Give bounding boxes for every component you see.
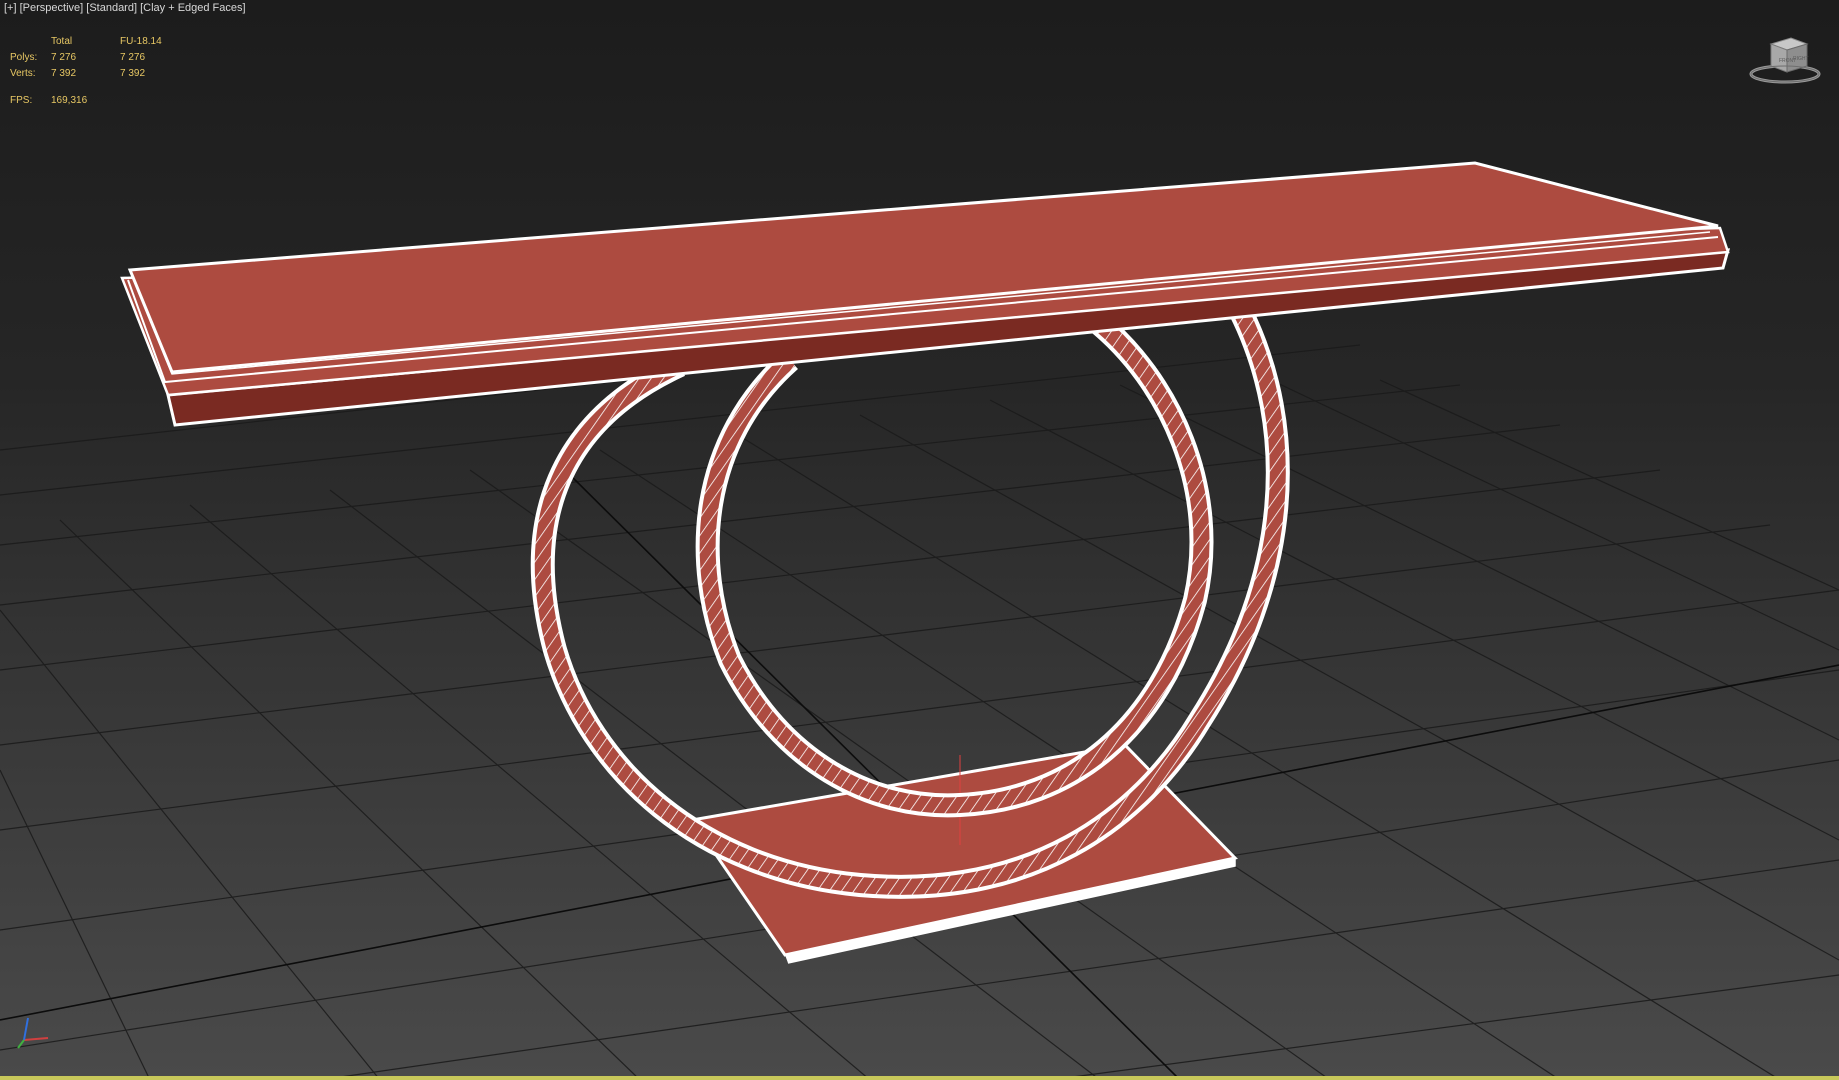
viewport-view-menu[interactable]: [Perspective] xyxy=(20,2,84,14)
stats-polys-total: 7 276 xyxy=(51,52,77,63)
inner-ring xyxy=(695,310,1214,818)
viewcube-icon[interactable]: FRONT RIGHT xyxy=(1745,30,1825,90)
stats-header-total: Total xyxy=(51,36,73,47)
viewport-menu-plus[interactable]: [+] xyxy=(4,2,17,14)
stats-polys-label: Polys: xyxy=(10,52,38,63)
stats-header-row: Total FU-18.14 xyxy=(10,34,180,50)
stats-fps-value: 169,316 xyxy=(51,95,88,106)
stats-header-label xyxy=(10,34,51,50)
stats-fps-row: FPS: 169,316 xyxy=(10,93,180,109)
viewport-display-style-menu[interactable]: [Clay + Edged Faces] xyxy=(140,2,245,14)
stats-verts-label: Verts: xyxy=(10,68,36,79)
world-axes xyxy=(0,464,1839,1080)
viewport-bottom-border xyxy=(0,1076,1839,1080)
stats-fps-label: FPS: xyxy=(10,95,33,106)
viewport-shading-menu[interactable]: [Standard] xyxy=(86,2,137,14)
stats-polys-row: Polys: 7 276 7 276 xyxy=(10,50,180,66)
stats-verts-row: Verts: 7 392 7 392 xyxy=(10,66,180,82)
viewport-label[interactable]: [+] [Perspective] [Standard] [Clay + Edg… xyxy=(4,2,246,14)
statistics-overlay: Total FU-18.14 Polys: 7 276 7 276 Verts:… xyxy=(10,34,180,109)
perspective-viewport[interactable]: [+] [Perspective] [Standard] [Clay + Edg… xyxy=(0,0,1839,1080)
axis-tripod-icon xyxy=(8,1004,58,1054)
scene-canvas[interactable] xyxy=(0,0,1839,1080)
stats-verts-total: 7 392 xyxy=(51,68,77,79)
viewcube-right-label: RIGHT xyxy=(1793,56,1809,62)
stats-polys-object: 7 276 xyxy=(120,52,146,63)
stats-header-object: FU-18.14 xyxy=(120,36,162,47)
stats-verts-object: 7 392 xyxy=(120,68,146,79)
ground-grid xyxy=(0,309,1839,1080)
table-top xyxy=(120,161,1731,427)
